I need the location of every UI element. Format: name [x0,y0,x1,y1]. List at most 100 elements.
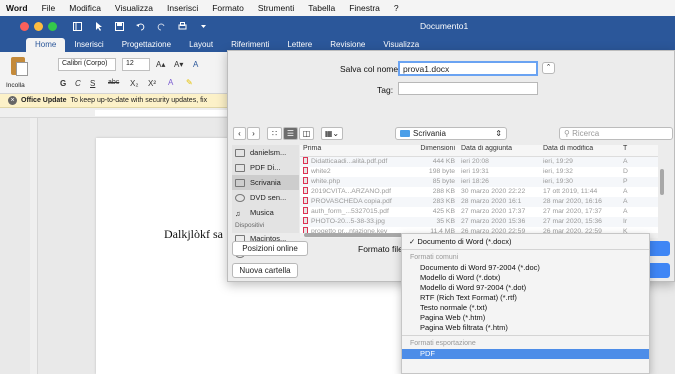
file-added: 27 marzo 2020 15:36 [461,218,526,225]
column-size[interactable]: Dimensioni [404,145,458,156]
search-field[interactable]: ⚲ Ricerca [559,127,673,140]
format-option-rtf[interactable]: RTF (Rich Text Format) (*.rtf) [402,293,649,303]
menu-finestra[interactable]: Finestra [342,3,387,13]
file-name-label: Didatticaadi...alità.pdf.pdf [311,158,388,165]
file-size: 85 byte [432,178,455,185]
file-row[interactable]: PHOTO-20...5-38-33.jpg 35 KB 27 marzo 2020… [300,217,658,227]
sidebar-item-pdf[interactable]: PDF Di... [232,160,299,175]
bold-button[interactable]: G [60,79,66,88]
column-name[interactable]: Prima [300,145,404,156]
vertical-ruler[interactable] [30,118,38,374]
file-row[interactable]: Didatticaadi...alità.pdf.pdf 444 KB ieri 2… [300,157,658,167]
icon-view-button[interactable]: ∷ [267,127,282,140]
column-added[interactable]: Data di aggiunta [458,145,540,156]
underline-button[interactable]: S [90,79,95,88]
text-effects-icon[interactable]: A [168,78,173,87]
column-view-button[interactable]: ◫ [299,127,314,140]
font-size-select[interactable]: 12 [122,58,150,71]
tab-inserisci[interactable]: Inserisci [65,38,112,52]
file-name: white2 [300,167,404,177]
format-option-docx[interactable]: ✓ Documento di Word (*.docx) [402,237,649,247]
tab-home[interactable]: Home [26,38,66,52]
format-option-htm[interactable]: Pagina Web (*.htm) [402,313,649,323]
window-controls [20,22,57,31]
sidebar-item-scrivania[interactable]: Scrivania [232,175,299,190]
save-icon[interactable] [115,22,124,31]
font-name-select[interactable]: Calibri (Corpo) [58,58,116,71]
menu-tabella[interactable]: Tabella [301,3,342,13]
search-icon: ⚲ [564,129,570,138]
customize-toolbar-icon[interactable] [199,22,208,31]
format-option-label: Documento di Word (*.docx) [417,237,512,246]
file-name: PROVASCHEDA copia.pdf [300,197,404,207]
menu-file[interactable]: File [35,3,63,13]
tags-label: Tag: [377,85,394,95]
cursor-icon[interactable] [94,22,103,31]
sidebar-item-home[interactable]: danielsm... [232,145,299,160]
checkmark-icon: ✓ [409,237,416,246]
tab-layout[interactable]: Layout [180,38,222,52]
file-added: 30 marzo 2020 22:22 [461,188,526,195]
menu-app-name[interactable]: Word [6,3,35,13]
file-icon [303,207,308,214]
sidebar-toggle-icon[interactable] [73,22,82,31]
expand-dialog-button[interactable]: ⌃ [542,62,555,74]
grow-font-button[interactable]: A▴ [156,60,165,69]
zoom-window-button[interactable] [48,22,57,31]
format-option-dot[interactable]: Modello di Word 97-2004 (*.dot) [402,283,649,293]
superscript-button[interactable]: X² [148,79,156,88]
redo-icon[interactable] [157,22,166,31]
menu-formato[interactable]: Formato [205,3,251,13]
filename-input[interactable]: prova1.docx [398,61,538,76]
list-view-button[interactable]: ☰ [283,127,298,140]
tab-progettazione[interactable]: Progettazione [113,38,180,52]
update-title: Office Update [21,97,67,104]
print-icon[interactable] [178,22,187,31]
menu-strumenti[interactable]: Strumenti [251,3,301,13]
common-formats-header: Formati comuni [410,254,459,261]
folder-icon [235,163,245,172]
subscript-button[interactable]: X₂ [130,79,138,88]
menu-modifica[interactable]: Modifica [62,3,108,13]
new-folder-button[interactable]: Nuova cartella [232,263,298,278]
italic-button[interactable]: C [75,79,81,88]
strikethrough-button[interactable]: abc [108,79,119,86]
file-icon [303,217,308,224]
format-option-txt[interactable]: Testo normale (*.txt) [402,303,649,313]
paste-button[interactable]: Incolla [4,56,40,92]
format-option-pdf[interactable]: PDF [402,349,649,359]
highlight-icon[interactable]: ✎ [186,78,193,87]
file-row[interactable]: 2019CVITA...ARZANO.pdf 288 KB 30 marzo 202… [300,187,658,197]
column-type[interactable]: T [620,145,642,156]
clear-format-icon[interactable]: A [193,60,198,69]
menu-visualizza[interactable]: Visualizza [108,3,160,13]
file-modified: 27 mar 2020, 15:36 [543,218,602,225]
shrink-font-button[interactable]: A▾ [174,60,183,69]
file-row[interactable]: white.php 85 byte ieri 18:26 ieri, 19:30 P [300,177,658,187]
gallery-icon: ▦⌄ [324,129,340,138]
format-option-htm-filtered[interactable]: Pagina Web filtrata (*.htm) [402,323,649,333]
file-row[interactable]: white2 198 byte ieri 19:31 ieri, 19:32 D [300,167,658,177]
column-modified[interactable]: Data di modifica [540,145,620,156]
file-row[interactable]: PROVASCHEDA copia.pdf 283 KB 28 marzo 2020… [300,197,658,207]
file-type: A [623,208,628,215]
minimize-window-button[interactable] [34,22,43,31]
close-window-button[interactable] [20,22,29,31]
file-name: PHOTO-20...5-38-33.jpg [300,217,404,227]
file-list-scrollbar[interactable] [660,157,665,217]
forward-button[interactable]: › [247,127,260,140]
online-locations-button[interactable]: Posizioni online [232,241,308,256]
sidebar-item-musica[interactable]: ♫ Musica [232,205,299,220]
location-popup[interactable]: Scrivania ⇕ [395,127,507,140]
back-button[interactable]: ‹ [233,127,246,140]
menu-inserisci[interactable]: Inserisci [160,3,205,13]
undo-icon[interactable] [136,22,145,31]
gallery-view-button[interactable]: ▦⌄ [321,127,343,140]
tags-input[interactable] [398,82,538,95]
document-text[interactable]: Dalkjlòkf sa [164,227,223,242]
format-option-dotx[interactable]: Modello di Word (*.dotx) [402,273,649,283]
format-option-doc[interactable]: Documento di Word 97-2004 (*.doc) [402,263,649,273]
file-row[interactable]: auth_form_...5327015.pdf 425 KB 27 marzo 2… [300,207,658,217]
sidebar-item-dvd[interactable]: DVD sen... [232,190,299,205]
menu-help[interactable]: ? [387,3,406,13]
